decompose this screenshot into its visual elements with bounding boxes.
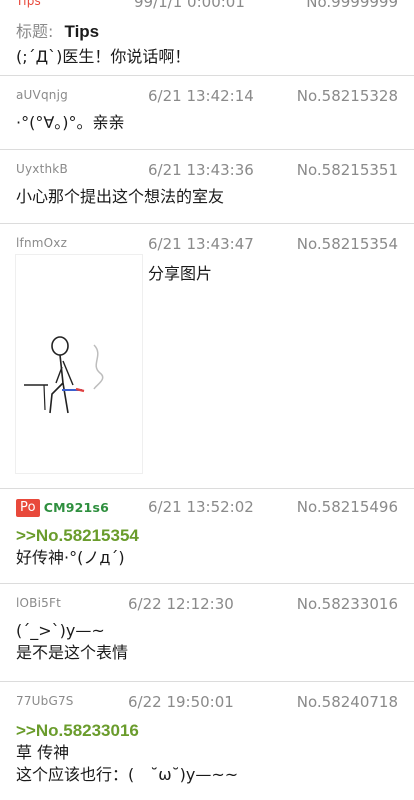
post-number[interactable]: No.58215354: [297, 235, 398, 253]
post-po[interactable]: Po CM921s6 6/21 13:52:02 No.58215496 >>No…: [0, 489, 414, 584]
post-meta: 77UbG7S 6/22 19:50:01 No.58240718: [16, 693, 398, 712]
post-uid[interactable]: 77UbG7S: [16, 694, 74, 708]
post-content: >>No.58215354 好传神·°(ノд´): [16, 525, 398, 569]
post-time: 6/22 19:50:01: [128, 693, 234, 711]
post-time: 6/21 13:43:47: [148, 235, 254, 253]
post-image-caption: 分享图片: [148, 264, 213, 283]
post-time: 6/21 13:52:02: [148, 498, 254, 516]
post-author: Po CM921s6: [16, 499, 109, 517]
post-uid[interactable]: aUVqnjg: [16, 88, 68, 102]
post-image[interactable]: [16, 255, 142, 473]
post-content: 小心那个提出这个想法的室友: [16, 186, 398, 208]
post-title-row: 标题: Tips: [16, 18, 398, 42]
post-uid[interactable]: Tips: [16, 0, 41, 8]
post-line: (´_>`)y—~: [16, 621, 105, 640]
post-number[interactable]: No.58240718: [297, 693, 398, 711]
post-number[interactable]: No.58233016: [297, 595, 398, 613]
post-meta: Tips 99/1/1 0:00:01 No.9999999: [16, 0, 398, 12]
post-number[interactable]: No.58215351: [297, 161, 398, 179]
post-line: ·°(°∀。)°。亲亲: [16, 113, 125, 132]
post-uid[interactable]: lfnmOxz: [16, 236, 67, 250]
post-time: 6/22 12:12:30: [128, 595, 234, 613]
post-number[interactable]: No.58215328: [297, 87, 398, 105]
post-tips[interactable]: Tips 99/1/1 0:00:01 No.9999999 标题: Tips …: [0, 0, 414, 76]
post-line: 好传神·°(ノд´): [16, 548, 125, 567]
post[interactable]: lOBi5Ft 6/22 12:12:30 No.58233016 (´_>`)…: [0, 584, 414, 682]
post[interactable]: 77UbG7S 6/22 19:50:01 No.58240718 >>No.5…: [0, 682, 414, 800]
post-time: 99/1/1 0:00:01: [134, 0, 245, 11]
post-line: 草 传神: [16, 743, 70, 762]
post-time: 6/21 13:43:36: [148, 161, 254, 179]
post-line: (;´Д`)医生！你说话啊！: [16, 47, 191, 66]
post-content: >>No.58233016 草 传神 这个应该也行：( ˘ω˘)y—~~: [16, 720, 398, 786]
post-quote-link[interactable]: >>No.58215354: [16, 525, 398, 547]
post-uid[interactable]: CM921s6: [44, 500, 109, 515]
post-line: 小心那个提出这个想法的室友: [16, 187, 225, 206]
post-title: Tips: [64, 22, 100, 41]
post-meta: Po CM921s6 6/21 13:52:02 No.58215496: [16, 498, 398, 517]
post-content: (;´Д`)医生！你说话啊！: [16, 46, 398, 68]
post-quote-link[interactable]: >>No.58233016: [16, 720, 398, 742]
stick-figure-image: [24, 336, 104, 414]
post-meta: lOBi5Ft 6/22 12:12:30 No.58233016: [16, 595, 398, 614]
thread-view: Tips 99/1/1 0:00:01 No.9999999 标题: Tips …: [0, 0, 414, 800]
post-number[interactable]: No.58215496: [297, 498, 398, 516]
post-meta: lfnmOxz 6/21 13:43:47 No.58215354: [16, 235, 398, 254]
post-uid[interactable]: UyxthkB: [16, 162, 68, 176]
post-number[interactable]: No.9999999: [306, 0, 398, 11]
post-uid[interactable]: lOBi5Ft: [16, 596, 61, 610]
post-meta: aUVqnjg 6/21 13:42:14 No.58215328: [16, 87, 398, 106]
post-content: (´_>`)y—~ 是不是这个表情: [16, 620, 398, 664]
post[interactable]: lfnmOxz 6/21 13:43:47 No.58215354 分享图片: [0, 224, 414, 489]
post[interactable]: aUVqnjg 6/21 13:42:14 No.58215328 ·°(°∀。…: [0, 76, 414, 150]
post-content: ·°(°∀。)°。亲亲: [16, 112, 398, 134]
post-time: 6/21 13:42:14: [148, 87, 254, 105]
post-meta: UyxthkB 6/21 13:43:36 No.58215351: [16, 161, 398, 180]
post[interactable]: UyxthkB 6/21 13:43:36 No.58215351 小心那个提出…: [0, 150, 414, 224]
post-title-label: 标题:: [16, 22, 54, 41]
post-line: 是不是这个表情: [16, 643, 129, 662]
post-line: 这个应该也行：( ˘ω˘)y—~~: [16, 765, 239, 784]
po-badge: Po: [16, 499, 40, 517]
